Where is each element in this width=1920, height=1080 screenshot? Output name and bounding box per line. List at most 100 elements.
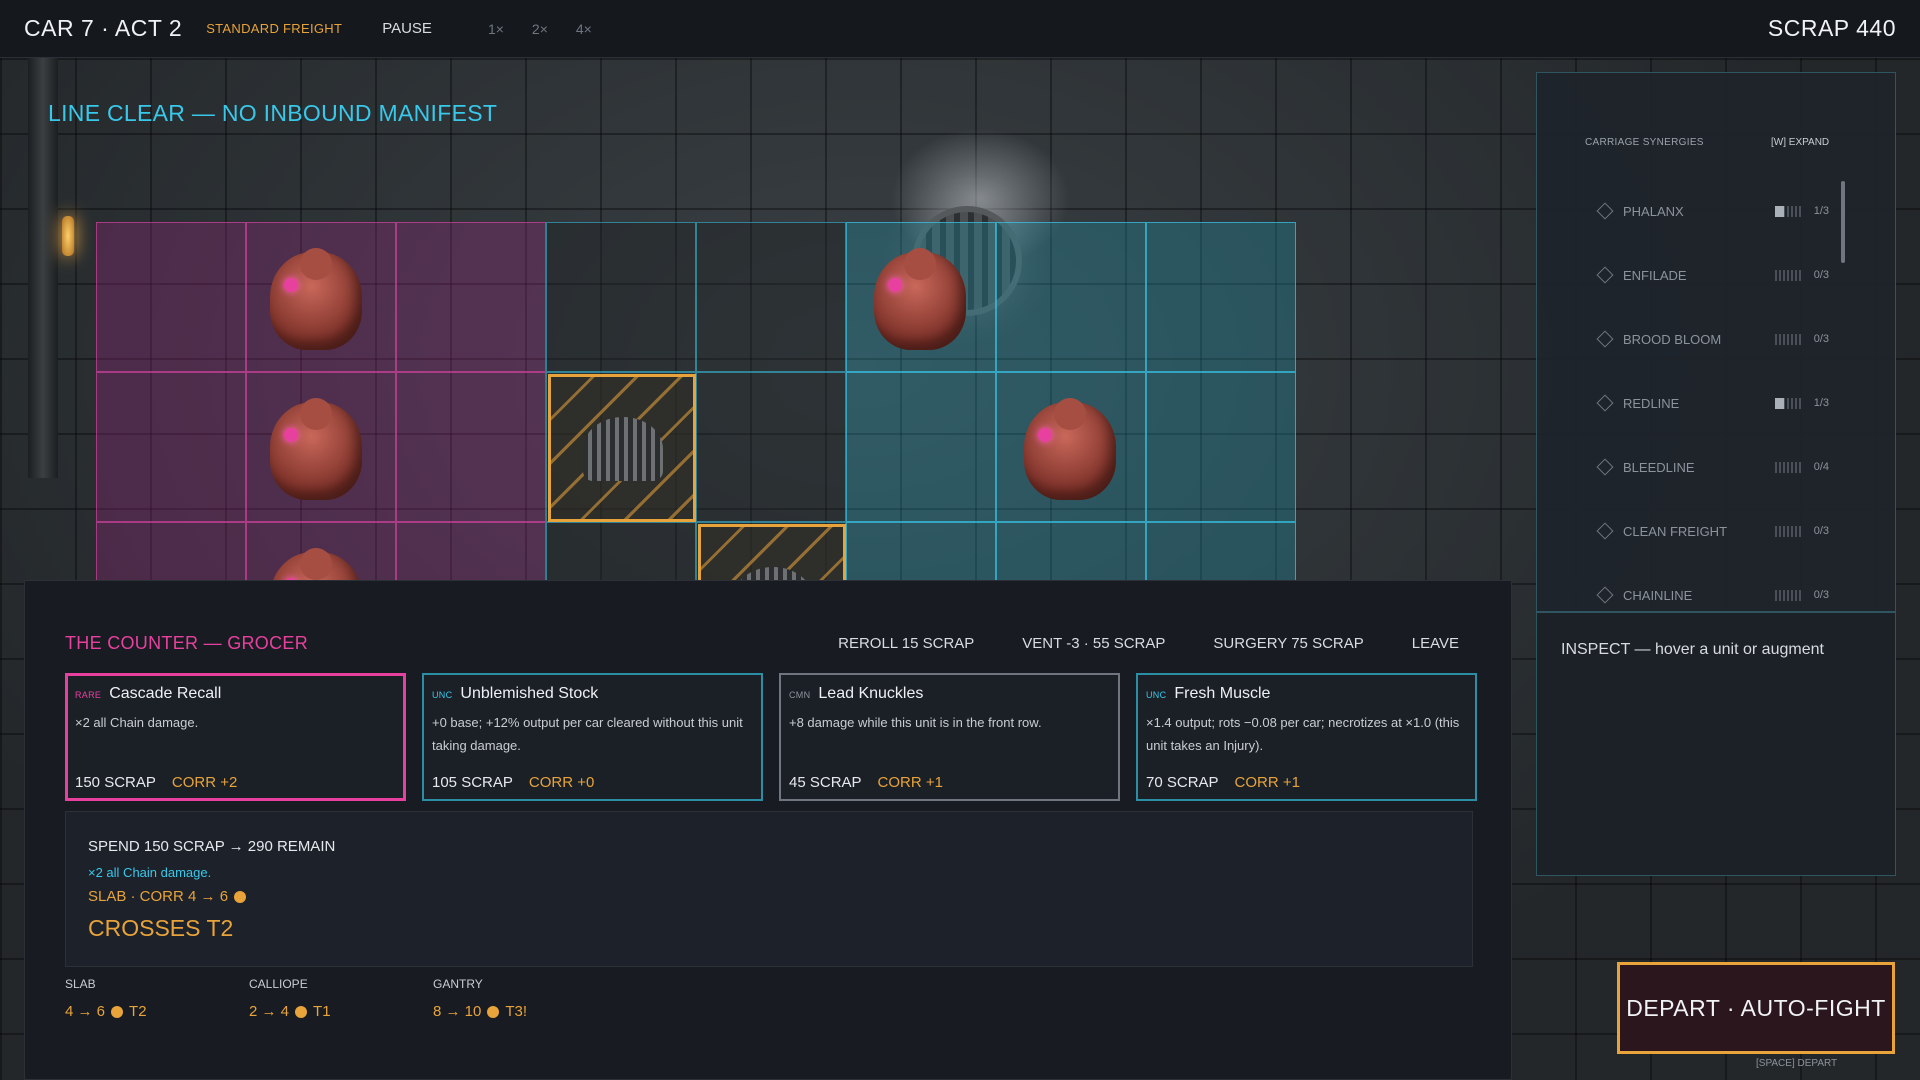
synergy-phalanx[interactable]: PHALANX 1/3 — [1596, 201, 1829, 221]
card-price: 150 SCRAP — [75, 774, 156, 791]
shop-card-unblemished-stock[interactable]: UNC Unblemished Stock +0 base; +12% outp… — [422, 673, 763, 801]
leave-button[interactable]: LEAVE — [1412, 635, 1459, 652]
synergy-brood-bloom[interactable]: BROOD BLOOM 0/3 — [1596, 329, 1829, 349]
carriage-synergies-panel: CARRIAGE SYNERGIES [W] EXPAND PHALANX 1/3… — [1536, 72, 1896, 612]
shop-card-lead-knuckles[interactable]: CMN Lead Knuckles +8 damage while this u… — [779, 673, 1120, 801]
synergy-name: BLEEDLINE — [1623, 459, 1695, 475]
synergy-name: BROOD BLOOM — [1623, 331, 1722, 347]
augment-tile[interactable] — [698, 524, 846, 580]
shop-card-cascade-recall[interactable]: RARE Cascade Recall ×2 all Chain damage.… — [65, 673, 406, 801]
team-name: SLAB — [65, 977, 96, 991]
grid-cell[interactable] — [1146, 522, 1296, 580]
synergy-diamond-icon — [1596, 330, 1614, 348]
rarity-badge: UNC — [432, 690, 453, 700]
synergy-count: 1/3 — [1813, 205, 1829, 217]
corruption-dot-icon — [111, 1005, 124, 1018]
card-description: ×2 all Chain damage. — [75, 715, 199, 730]
augment-tile[interactable] — [548, 374, 696, 522]
grid-cell[interactable] — [996, 222, 1146, 372]
synergy-redline[interactable]: REDLINE 1/3 — [1596, 393, 1829, 413]
inspect-hint: INSPECT — hover a unit or augment — [1561, 641, 1824, 658]
vent-button[interactable]: VENT -3 · 55 SCRAP — [1022, 635, 1165, 652]
grid-cell[interactable] — [996, 522, 1146, 580]
synergy-chainline[interactable]: CHAINLINE 0/3 — [1596, 585, 1829, 605]
synergy-count: 0/3 — [1813, 589, 1829, 601]
grid-cell[interactable] — [96, 522, 246, 580]
synergy-progress-bar — [1775, 525, 1801, 537]
saw-blade-icon — [733, 567, 813, 580]
card-name: Fresh Muscle — [1174, 685, 1271, 702]
synergy-diamond-icon — [1596, 522, 1614, 540]
line-clear-banner: LINE CLEAR — NO INBOUND MANIFEST — [48, 100, 498, 126]
brute-unit[interactable] — [270, 398, 362, 500]
wall-lamp-icon — [62, 216, 74, 256]
synergy-count: 0/3 — [1813, 525, 1829, 537]
team-corruption-value: 4 → 6 — [65, 1003, 106, 1020]
synergy-progress-bar — [1775, 269, 1801, 281]
synergy-progress-fill — [1775, 205, 1784, 217]
speed-1x-button[interactable]: 1× — [488, 21, 504, 37]
reroll-button[interactable]: REROLL 15 SCRAP — [838, 635, 974, 652]
depart-hotkey-hint: [SPACE] DEPART — [1756, 1058, 1838, 1069]
corruption-dot-icon — [487, 1005, 500, 1018]
grid-cell[interactable] — [96, 222, 246, 372]
grid-cell[interactable] — [396, 222, 546, 372]
grid-cell[interactable] — [96, 372, 246, 522]
saw-blade-icon — [583, 417, 663, 481]
grid-cell[interactable] — [846, 372, 996, 522]
synergies-scrollbar[interactable] — [1841, 181, 1845, 263]
rarity-badge: CMN — [789, 690, 811, 700]
brute-unit[interactable] — [270, 248, 362, 350]
synergy-count: 0/3 — [1813, 269, 1829, 281]
team-tier: T3! — [505, 1003, 528, 1020]
brute-unit[interactable] — [874, 248, 966, 350]
grid-cell[interactable] — [696, 372, 846, 522]
card-name: Unblemished Stock — [460, 685, 599, 702]
pause-button[interactable]: PAUSE — [382, 20, 432, 37]
depart-auto-fight-button[interactable]: DEPART · AUTO-FIGHT — [1617, 962, 1895, 1054]
team-corruption-list: SLAB 4 → 6 T2 CALLIOPE 2 → 4 T1 GANTRY 8… — [65, 977, 617, 1020]
synergy-name: ENFILADE — [1623, 267, 1687, 283]
synergy-bleedline[interactable]: BLEEDLINE 0/4 — [1596, 457, 1829, 477]
synergy-clean-freight[interactable]: CLEAN FREIGHT 0/3 — [1596, 521, 1829, 541]
team-corruption: 4 → 6 T2 — [65, 1003, 249, 1020]
synergy-count: 1/3 — [1813, 397, 1829, 409]
synergy-enfilade[interactable]: ENFILADE 0/3 — [1596, 265, 1829, 285]
team-corruption-value: 8 → 10 — [433, 1003, 482, 1020]
spend-corruption: SLAB · CORR 4 → 6 — [88, 888, 1450, 905]
card-description: +0 base; +12% output per car cleared wit… — [432, 715, 743, 753]
card-price: 105 SCRAP — [432, 774, 513, 791]
card-footer: 150 SCRAP CORR +2 — [75, 774, 237, 791]
shop-card-fresh-muscle[interactable]: UNC Fresh Muscle ×1.4 output; rots −0.08… — [1136, 673, 1477, 801]
speed-2x-button[interactable]: 2× — [532, 21, 548, 37]
spend-summary: SPEND 150 SCRAP → 290 REMAIN — [88, 838, 336, 855]
unit-head — [300, 248, 332, 280]
team-corruption-value: 2 → 4 — [249, 1003, 290, 1020]
card-corruption: CORR +1 — [877, 774, 943, 791]
grid-cell[interactable] — [546, 522, 696, 580]
brute-unit[interactable] — [1024, 398, 1116, 500]
team-gantry: GANTRY 8 → 10 T3! — [433, 977, 617, 1020]
grid-cell[interactable] — [846, 522, 996, 580]
grid-cell[interactable] — [1146, 372, 1296, 522]
shop-cards: RARE Cascade Recall ×2 all Chain damage.… — [65, 673, 1477, 801]
grid-cell[interactable] — [1146, 222, 1296, 372]
card-header: UNC Fresh Muscle — [1146, 685, 1467, 703]
synergy-diamond-icon — [1596, 394, 1614, 412]
synergies-expand-button[interactable]: [W] EXPAND — [1771, 137, 1829, 148]
surgery-button[interactable]: SURGERY 75 SCRAP — [1213, 635, 1363, 652]
grid-cell[interactable] — [396, 372, 546, 522]
battle-grid — [96, 222, 1296, 580]
unit-head — [300, 548, 332, 580]
grid-cell[interactable] — [696, 222, 846, 372]
team-name: GANTRY — [433, 977, 483, 991]
team-corruption: 2 → 4 T1 — [249, 1003, 433, 1020]
unit-head — [904, 248, 936, 280]
speed-4x-button[interactable]: 4× — [576, 21, 592, 37]
corruption-dot-icon — [295, 1005, 308, 1018]
grid-cell[interactable] — [396, 522, 546, 580]
grid-cell[interactable] — [546, 222, 696, 372]
team-tier: T2 — [129, 1003, 147, 1020]
synergy-name: REDLINE — [1623, 395, 1680, 411]
card-header: CMN Lead Knuckles — [789, 685, 1110, 703]
